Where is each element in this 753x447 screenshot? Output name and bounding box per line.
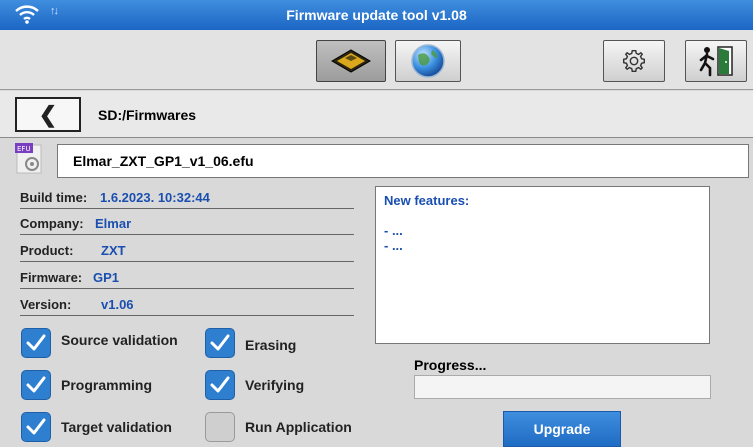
gear-icon <box>623 50 645 72</box>
erasing-label: Erasing <box>245 337 297 353</box>
product-value: ZXT <box>101 243 126 258</box>
exit-button[interactable] <box>685 40 747 82</box>
sd-card-button[interactable] <box>316 40 386 82</box>
info-row-build-time: Build time: 1.6.2023. 10:32:44 <box>20 187 354 209</box>
transfer-arrows-icon: ↑↓ <box>50 5 59 17</box>
run-application-label: Run Application <box>245 419 352 435</box>
progress-label: Progress... <box>414 357 487 373</box>
build-time-value: 1.6.2023. 10:32:44 <box>100 190 210 205</box>
file-name: Elmar_ZXT_GP1_v1_06.efu <box>73 153 254 169</box>
toolbar <box>0 30 753 90</box>
target-validation-checkbox[interactable] <box>21 412 51 442</box>
notes-line: - ... <box>384 223 403 238</box>
selected-file-field[interactable]: Elmar_ZXT_GP1_v1_06.efu <box>57 144 749 178</box>
current-path: SD:/Firmwares <box>98 107 197 123</box>
info-row-version: Version: v1.06 <box>20 294 354 316</box>
globe-icon <box>411 44 445 78</box>
company-value: Elmar <box>95 216 132 231</box>
progress-bar <box>414 375 711 399</box>
path-bar: ❮ SD:/Firmwares <box>0 91 753 138</box>
chevron-left-icon: ❮ <box>38 101 58 127</box>
notes-line <box>384 208 709 223</box>
verifying-checkbox[interactable] <box>205 370 235 400</box>
checkmark-icon <box>26 418 46 435</box>
checkmark-icon <box>210 334 230 351</box>
exit-door-icon <box>699 46 733 77</box>
target-validation-label: Target validation <box>61 419 172 435</box>
settings-button[interactable] <box>603 40 665 82</box>
info-row-company: Company: Elmar <box>20 213 354 235</box>
build-time-label: Build time: <box>20 190 88 205</box>
verifying-label: Verifying <box>245 377 305 393</box>
run-application-checkbox[interactable] <box>205 412 235 442</box>
source-validation-checkbox[interactable] <box>21 328 51 358</box>
checkmark-icon <box>210 376 230 393</box>
efu-tag-text: EFU <box>17 145 31 153</box>
info-row-product: Product: ZXT <box>20 240 354 262</box>
notes-line: - ... <box>384 238 403 253</box>
release-notes-panel[interactable]: New features: - ... - ... <box>375 186 710 344</box>
sd-card-icon <box>331 49 371 73</box>
version-value: v1.06 <box>101 297 134 312</box>
programming-label: Programming <box>61 377 153 393</box>
wifi-icon <box>15 5 39 24</box>
notes-title: New features: <box>384 193 470 208</box>
app-title: Firmware update tool v1.08 <box>286 7 467 23</box>
programming-checkbox[interactable] <box>21 370 51 400</box>
title-bar: ↑↓ Firmware update tool v1.08 <box>0 0 753 30</box>
efu-file-icon: EFU <box>15 143 42 174</box>
firmware-label: Firmware: <box>20 270 83 285</box>
back-button[interactable]: ❮ <box>15 97 81 132</box>
source-validation-label: Source validation <box>61 332 178 348</box>
info-row-firmware: Firmware: GP1 <box>20 267 354 289</box>
upgrade-button[interactable]: Upgrade <box>503 411 621 447</box>
file-row: EFU Elmar_ZXT_GP1_v1_06.efu <box>0 140 753 182</box>
checkmark-icon <box>26 334 46 351</box>
erasing-checkbox[interactable] <box>205 328 235 358</box>
firmware-value: GP1 <box>93 270 120 285</box>
upgrade-label: Upgrade <box>533 421 591 437</box>
network-button[interactable] <box>395 40 461 82</box>
company-label: Company: <box>20 216 84 231</box>
product-label: Product: <box>20 243 74 258</box>
checkmark-icon <box>26 376 46 393</box>
version-label: Version: <box>20 297 72 312</box>
